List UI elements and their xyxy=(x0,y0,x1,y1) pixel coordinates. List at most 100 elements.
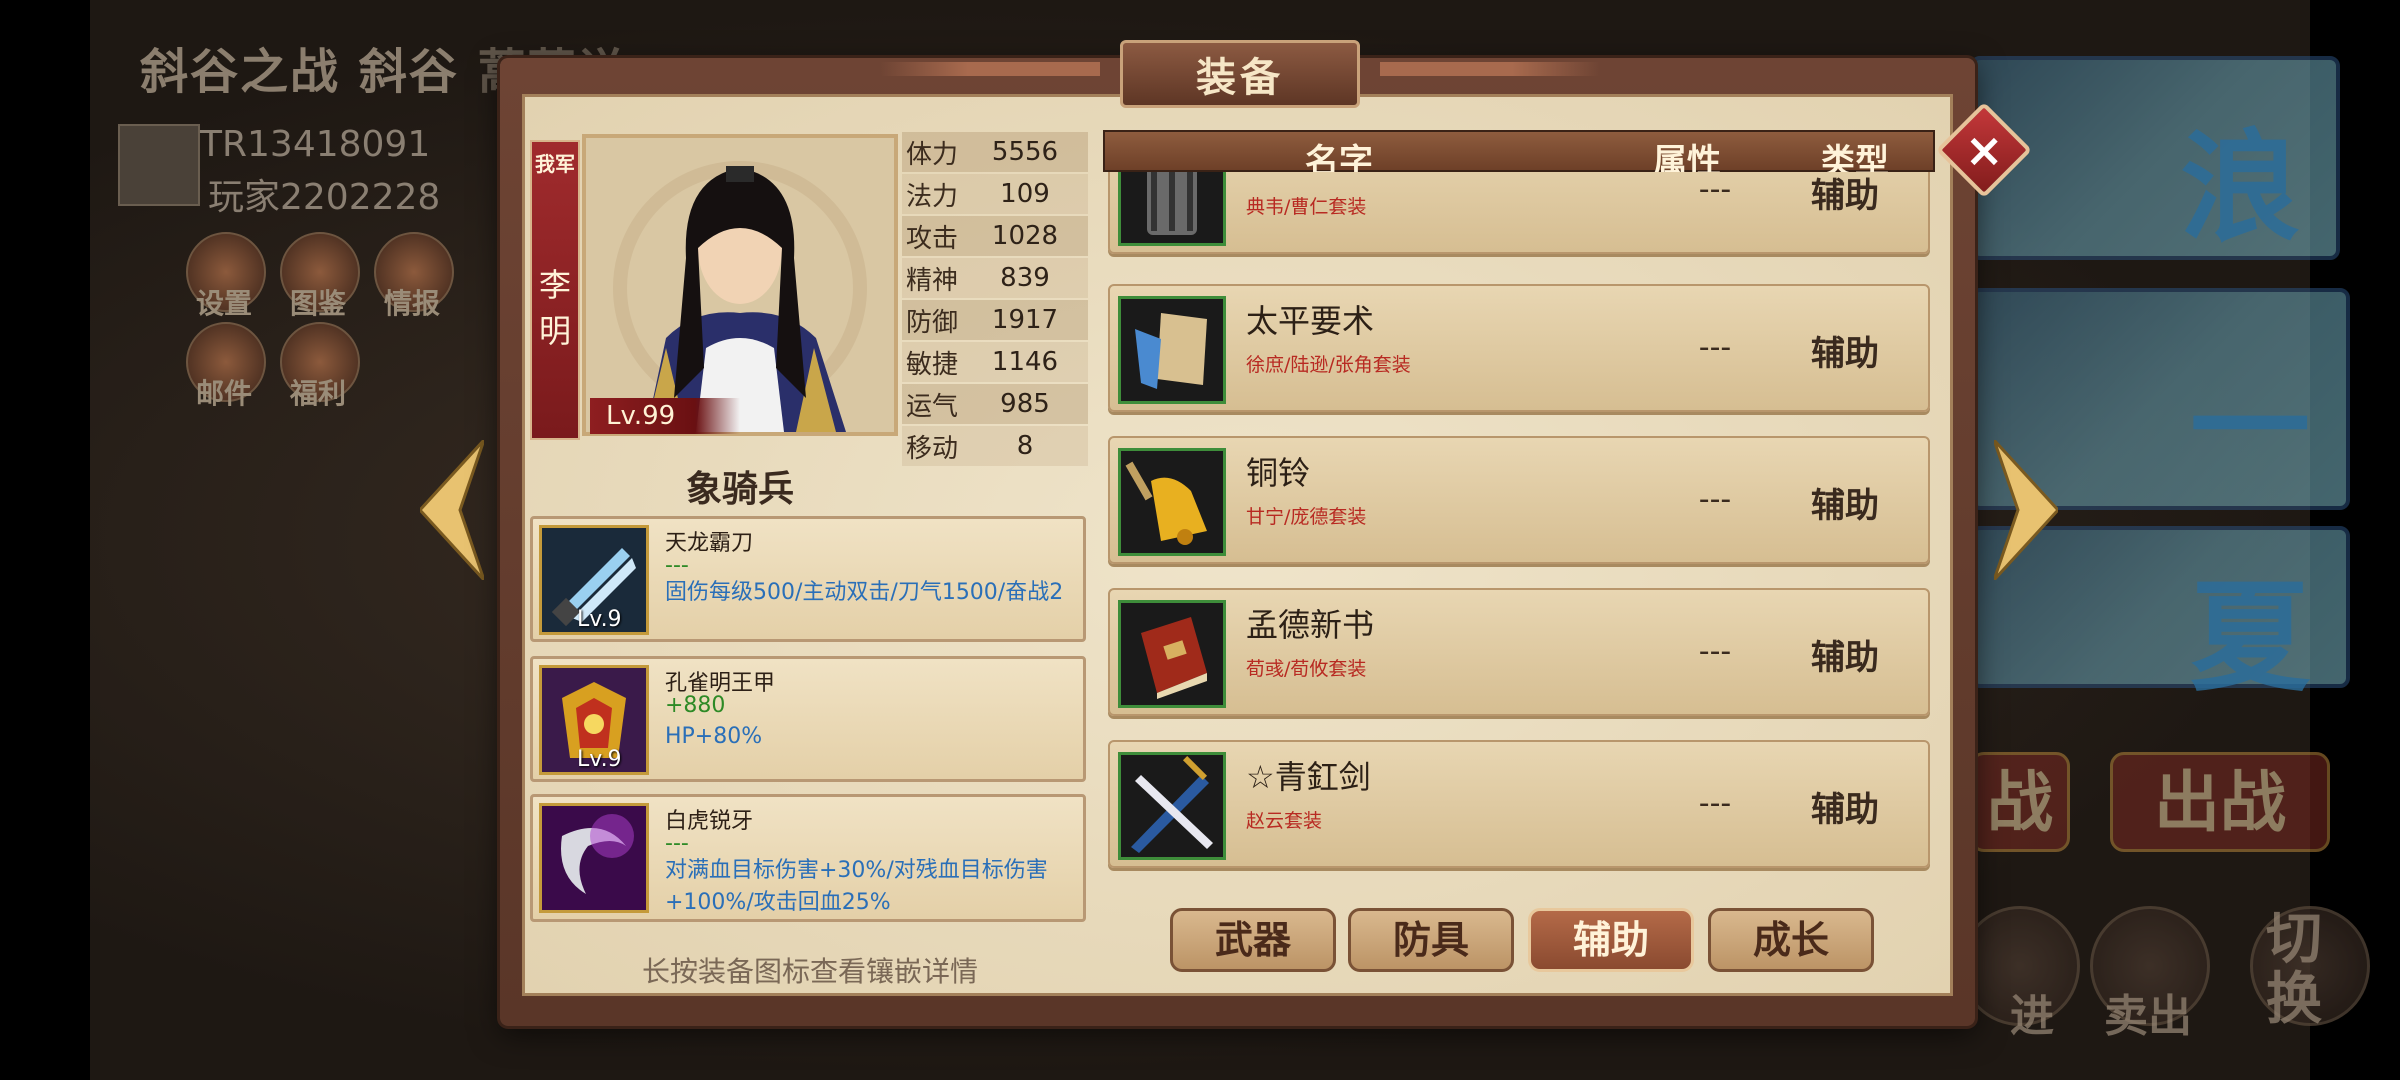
item-type: 辅助 xyxy=(1811,176,1879,216)
list-item[interactable]: ☆青釭剑 赵云套装 --- 辅助 xyxy=(1108,740,1930,868)
stat-label: 攻击 xyxy=(906,223,959,254)
advance-label: 进 xyxy=(2010,991,2054,1042)
menu-label-intel: 情报 xyxy=(384,287,441,320)
stat-row-luck: 运气 985 xyxy=(902,384,1088,424)
equipped-accessory-desc: 对满血目标伤害+30%/对残血目标伤害+100%/攻击回血25% xyxy=(665,858,1048,915)
hero-name: 李明 xyxy=(538,266,571,350)
next-hero-arrow-icon[interactable] xyxy=(1994,440,2058,580)
stat-value: 8 xyxy=(1016,431,1034,461)
stat-value: 1917 xyxy=(991,305,1059,335)
tab-accessory[interactable]: 辅助 xyxy=(1528,908,1694,972)
equipped-accessory-card[interactable]: 白虎锐牙 --- 对满血目标伤害+30%/对残血目标伤害+100%/攻击回血25… xyxy=(530,794,1086,922)
tab-armor[interactable]: 防具 xyxy=(1348,908,1514,972)
item-type: 辅助 xyxy=(1811,486,1879,526)
bell-icon-art xyxy=(1121,451,1223,553)
equipped-weapon-desc: 固伤每级500/主动双击/刀气1500/奋战2 xyxy=(665,580,1064,605)
background-player-id: TR13418091 xyxy=(200,124,431,165)
stat-value: 839 xyxy=(1000,263,1050,293)
hero-portrait-art xyxy=(613,161,867,432)
equipped-armor-level: Lv.9 xyxy=(577,747,622,772)
item-type: 辅助 xyxy=(1811,638,1879,678)
banner-char-3: 夏 xyxy=(2190,569,2310,708)
equipped-armor-desc: HP+80% xyxy=(665,724,763,749)
title-ornament-left xyxy=(880,62,1100,76)
list-item[interactable]: 太平要术 徐庶/陆逊/张角套装 --- 辅助 xyxy=(1108,284,1930,412)
faction-label: 我军 xyxy=(535,152,575,176)
sword-icon-art xyxy=(1121,755,1223,857)
item-name: 太平要术 xyxy=(1246,302,1375,340)
item-name: ☆青釭剑 xyxy=(1246,758,1371,796)
battle-button[interactable]: 出战 xyxy=(2110,752,2330,852)
prev-hero-arrow-icon[interactable] xyxy=(420,440,484,580)
stat-label: 运气 xyxy=(906,391,959,422)
equipped-armor-bonus: +880 xyxy=(665,693,726,718)
menu-label-codex: 图鉴 xyxy=(290,287,347,320)
banner-char-2: 一 xyxy=(2190,359,2310,498)
background-avatar[interactable] xyxy=(118,124,200,206)
tab-growth[interactable]: 成长 xyxy=(1708,908,1874,972)
equipped-weapon-card[interactable]: Lv.9 天龙霸刀 --- 固伤每级500/主动双击/刀气1500/奋战2 xyxy=(530,516,1086,642)
equipped-armor-card[interactable]: Lv.9 孔雀明王甲 +880 HP+80% xyxy=(530,656,1086,782)
stat-label: 精神 xyxy=(906,265,959,296)
menu-label-mail: 邮件 xyxy=(196,377,253,410)
stat-row-spirit: 精神 839 xyxy=(902,258,1088,298)
book-icon[interactable] xyxy=(1118,600,1226,708)
item-attr: --- xyxy=(1698,482,1732,517)
stat-row-agility: 敏捷 1146 xyxy=(902,342,1088,382)
inlay-hint-text: 长按装备图标查看镶嵌详情 xyxy=(641,955,978,988)
scroll-icon[interactable] xyxy=(1118,296,1226,404)
hero-level-badge: Lv.99 xyxy=(590,398,740,434)
stat-label: 体力 xyxy=(906,139,959,170)
equipped-weapon-level: Lv.9 xyxy=(577,607,622,632)
stat-row-defense: 防御 1917 xyxy=(902,300,1088,340)
item-set: 荀彧/荀攸套装 xyxy=(1246,658,1367,680)
hero-portrait[interactable] xyxy=(582,134,898,436)
fang-icon[interactable] xyxy=(539,803,649,913)
close-icon: × xyxy=(1964,122,2004,177)
item-set: 徐庶/陆逊/张角套装 xyxy=(1246,354,1411,376)
item-attr: --- xyxy=(1698,786,1732,821)
tab-weapon[interactable]: 武器 xyxy=(1170,908,1336,972)
barrel-icon[interactable] xyxy=(1118,172,1226,246)
equipment-list[interactable]: 典韦/曹仁套装 --- 辅助 太平要术 徐庶/陆逊/张角套装 --- 辅助 铜铃… xyxy=(1108,172,1930,878)
item-set: 典韦/曹仁套装 xyxy=(1246,196,1367,218)
menu-label-settings: 设置 xyxy=(196,287,253,320)
stat-row-move: 移动 8 xyxy=(902,426,1088,466)
panel-title: 装备 xyxy=(1196,55,1284,101)
sword-icon[interactable] xyxy=(1118,752,1226,860)
stat-value: 5556 xyxy=(991,137,1059,167)
item-name: 孟德新书 xyxy=(1246,606,1375,644)
stat-row-attack: 攻击 1028 xyxy=(902,216,1088,256)
stat-value: 1146 xyxy=(991,347,1059,377)
switch-label: 切换 xyxy=(2266,907,2322,1032)
barrel-icon-art xyxy=(1121,172,1223,243)
hero-unit-type: 象骑兵 xyxy=(685,469,794,510)
item-attr: --- xyxy=(1698,172,1732,207)
menu-label-welfare: 福利 xyxy=(290,377,347,410)
equipment-list-header: 名字 属性 类型 xyxy=(1103,130,1935,182)
stat-value: 985 xyxy=(1000,389,1050,419)
background-player-name: 玩家2202228 xyxy=(208,177,441,218)
stat-label: 法力 xyxy=(906,181,959,212)
stat-label: 敏捷 xyxy=(906,349,959,380)
hero-stats-table: 体力 5556 法力 109 攻击 1028 精神 839 防御 1917 敏捷 1146 … xyxy=(902,132,1088,468)
book-icon-art xyxy=(1121,603,1223,705)
title-ornament-right xyxy=(1380,62,1600,76)
item-type: 辅助 xyxy=(1811,334,1879,374)
fang-icon-art xyxy=(542,806,646,910)
stat-row-mp: 法力 109 xyxy=(902,174,1088,214)
item-name: 铜铃 xyxy=(1246,454,1311,492)
sell-label: 卖出 xyxy=(2104,991,2192,1042)
item-set: 甘宁/庞德套装 xyxy=(1246,506,1367,528)
item-set: 赵云套装 xyxy=(1246,810,1323,832)
background-battle-left[interactable]: 战 xyxy=(1970,752,2070,852)
stat-label: 移动 xyxy=(906,433,959,464)
item-type: 辅助 xyxy=(1811,790,1879,830)
bell-icon[interactable] xyxy=(1118,448,1226,556)
list-item[interactable]: 铜铃 甘宁/庞德套装 --- 辅助 xyxy=(1108,436,1930,564)
list-item[interactable]: 孟德新书 荀彧/荀攸套装 --- 辅助 xyxy=(1108,588,1930,716)
equipped-weapon-bonus: --- xyxy=(665,553,689,578)
list-item[interactable]: 典韦/曹仁套装 --- 辅助 xyxy=(1108,172,1930,254)
scroll-icon-art xyxy=(1121,299,1223,401)
stat-value: 109 xyxy=(1000,179,1050,209)
